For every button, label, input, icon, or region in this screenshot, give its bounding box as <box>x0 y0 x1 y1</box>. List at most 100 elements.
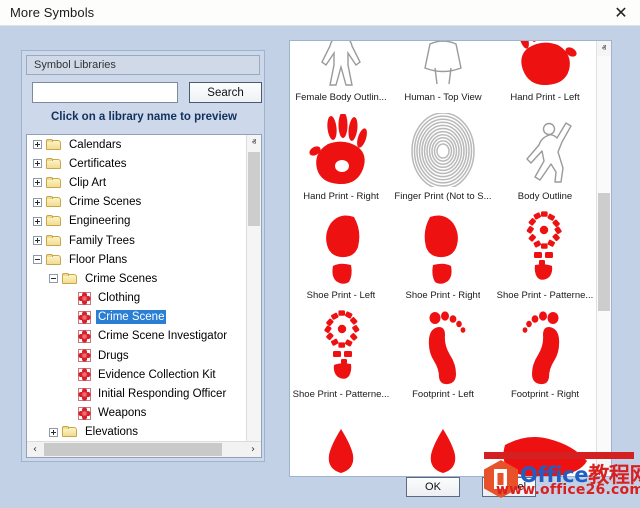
library-tree: Calendars Certificates Clip Art Crime Scene… <box>26 134 262 458</box>
tree-scroll-up-icon[interactable]: ⱏ <box>247 135 261 150</box>
symbol-cell[interactable]: Shoe Print - Right <box>392 207 494 306</box>
preview-scroll-down-icon[interactable]: ⱟ <box>597 461 611 476</box>
symbol-cell[interactable]: Human - Top View <box>392 41 494 108</box>
tree-item-label: Clip Art <box>67 176 108 190</box>
female-body-outline-icon <box>290 41 392 92</box>
tree-item[interactable]: Drugs <box>27 346 247 365</box>
tree-item-label: Engineering <box>67 214 132 228</box>
symbol-cell[interactable]: Body Outline <box>494 108 596 207</box>
tree-item[interactable]: Crime Scenes <box>27 269 247 288</box>
expand-icon[interactable] <box>33 140 42 149</box>
tree-item[interactable]: Evidence Collection Kit <box>27 365 247 384</box>
folder-icon <box>46 158 62 170</box>
collapse-icon[interactable] <box>49 274 58 283</box>
close-icon[interactable]: ✕ <box>610 3 632 23</box>
symbol-label: Finger Print (Not to S... <box>394 191 491 207</box>
search-input[interactable] <box>32 82 178 103</box>
tree-item-label: Certificates <box>67 157 129 171</box>
library-icon <box>78 311 91 324</box>
collapse-icon[interactable] <box>33 255 42 264</box>
symbol-cell[interactable] <box>290 405 392 476</box>
symbol-cell[interactable]: Footprint - Left <box>392 306 494 405</box>
expand-icon[interactable] <box>33 178 42 187</box>
tree-item-label: Initial Responding Officer <box>96 387 228 401</box>
folder-icon <box>46 196 62 208</box>
symbol-preview-panel: Female Body Outlin... Human - Top View Han… <box>289 40 612 477</box>
hand-print-right-icon <box>290 108 392 191</box>
symbol-cell[interactable]: Female Body Outlin... <box>290 41 392 108</box>
preview-vertical-scrollbar[interactable]: ⱏ ⱟ <box>596 41 611 476</box>
footprint-left-icon <box>392 306 494 389</box>
tree-item-label: Drugs <box>96 349 131 363</box>
tree-item-label: Crime Scene <box>96 310 166 324</box>
library-tree-list: Calendars Certificates Clip Art Crime Scene… <box>27 135 247 442</box>
expand-icon[interactable] <box>33 159 42 168</box>
tree-horizontal-scrollbar[interactable]: ‹ › <box>27 441 261 457</box>
blood-drop-left-icon <box>290 405 392 476</box>
symbol-cell[interactable] <box>494 405 596 476</box>
symbol-libraries-header: Symbol Libraries <box>26 55 260 75</box>
tree-scroll-left-icon[interactable]: ‹ <box>27 442 43 457</box>
tree-scroll-thumb[interactable] <box>248 152 260 226</box>
tree-item[interactable]: Calendars <box>27 135 247 154</box>
tree-item[interactable]: Crime Scene Investigator <box>27 327 247 346</box>
tree-item-label: Clothing <box>96 291 142 305</box>
symbol-cell[interactable]: Finger Print (Not to S... <box>392 108 494 207</box>
title-bar: More Symbols ✕ <box>0 0 640 26</box>
tree-item[interactable]: Crime Scene <box>27 308 247 327</box>
symbol-label: Shoe Print - Right <box>406 290 481 306</box>
shoe-print-right-icon <box>392 207 494 290</box>
tree-vertical-scrollbar[interactable]: ⱏ ⱟ <box>246 135 261 442</box>
tree-scroll-down-icon[interactable]: ⱟ <box>247 427 261 442</box>
tree-item[interactable]: Floor Plans <box>27 250 247 269</box>
preview-hint-label: Click on a library name to preview <box>22 111 266 123</box>
library-icon <box>78 330 91 343</box>
folder-icon <box>46 215 62 227</box>
footprint-right-icon <box>494 306 596 389</box>
blood-drop-right-icon <box>392 405 494 476</box>
symbol-grid-row: Shoe Print - Left Shoe Print - Right Shoe … <box>290 207 596 306</box>
tree-item-label: Calendars <box>67 138 123 152</box>
symbol-cell[interactable]: Shoe Print - Patterne... <box>290 306 392 405</box>
tree-item[interactable]: Family Trees <box>27 231 247 250</box>
symbol-libraries-panel: Symbol Libraries Search Click on a libra… <box>21 50 265 462</box>
human-top-view-icon <box>392 41 494 92</box>
symbol-cell[interactable] <box>392 405 494 476</box>
symbol-label: Shoe Print - Patterne... <box>497 290 594 306</box>
expand-icon[interactable] <box>33 236 42 245</box>
preview-scroll-up-icon[interactable]: ⱏ <box>597 41 611 56</box>
tree-item[interactable]: Certificates <box>27 154 247 173</box>
symbol-cell[interactable]: Hand Print - Left <box>494 41 596 108</box>
expand-icon[interactable] <box>33 217 42 226</box>
blood-pool-icon <box>494 405 596 476</box>
tree-item[interactable]: Crime Scenes <box>27 193 247 212</box>
tree-item-label: Weapons <box>96 406 148 420</box>
tree-scroll-right-icon[interactable]: › <box>245 442 261 457</box>
expand-icon[interactable] <box>49 428 58 437</box>
tree-item[interactable]: Clip Art <box>27 173 247 192</box>
preview-scroll-thumb[interactable] <box>598 193 610 311</box>
symbol-label: Shoe Print - Left <box>307 290 376 306</box>
symbol-label: Hand Print - Right <box>303 191 379 207</box>
ok-button[interactable]: OK <box>406 477 460 497</box>
tree-item-label: Elevations <box>83 425 140 439</box>
tree-item[interactable]: Clothing <box>27 289 247 308</box>
tree-hscroll-thumb[interactable] <box>44 443 222 456</box>
shoe-print-patterned-left-icon <box>290 306 392 389</box>
tree-item[interactable]: Engineering <box>27 212 247 231</box>
expand-icon[interactable] <box>33 198 42 207</box>
search-row: Search <box>26 82 262 104</box>
symbol-cell[interactable]: Shoe Print - Patterne... <box>494 207 596 306</box>
library-icon <box>78 349 91 362</box>
cancel-button[interactable]: Cancel <box>482 477 536 497</box>
tree-item[interactable]: Elevations <box>27 423 247 442</box>
symbol-label: Shoe Print - Patterne... <box>293 389 390 405</box>
symbol-cell[interactable]: Hand Print - Right <box>290 108 392 207</box>
tree-item[interactable]: Weapons <box>27 404 247 423</box>
tree-item[interactable]: Initial Responding Officer <box>27 384 247 403</box>
symbol-cell[interactable]: Shoe Print - Left <box>290 207 392 306</box>
symbol-label: Human - Top View <box>404 92 481 108</box>
search-button[interactable]: Search <box>189 82 262 103</box>
symbol-cell[interactable]: Footprint - Right <box>494 306 596 405</box>
folder-icon <box>46 235 62 247</box>
